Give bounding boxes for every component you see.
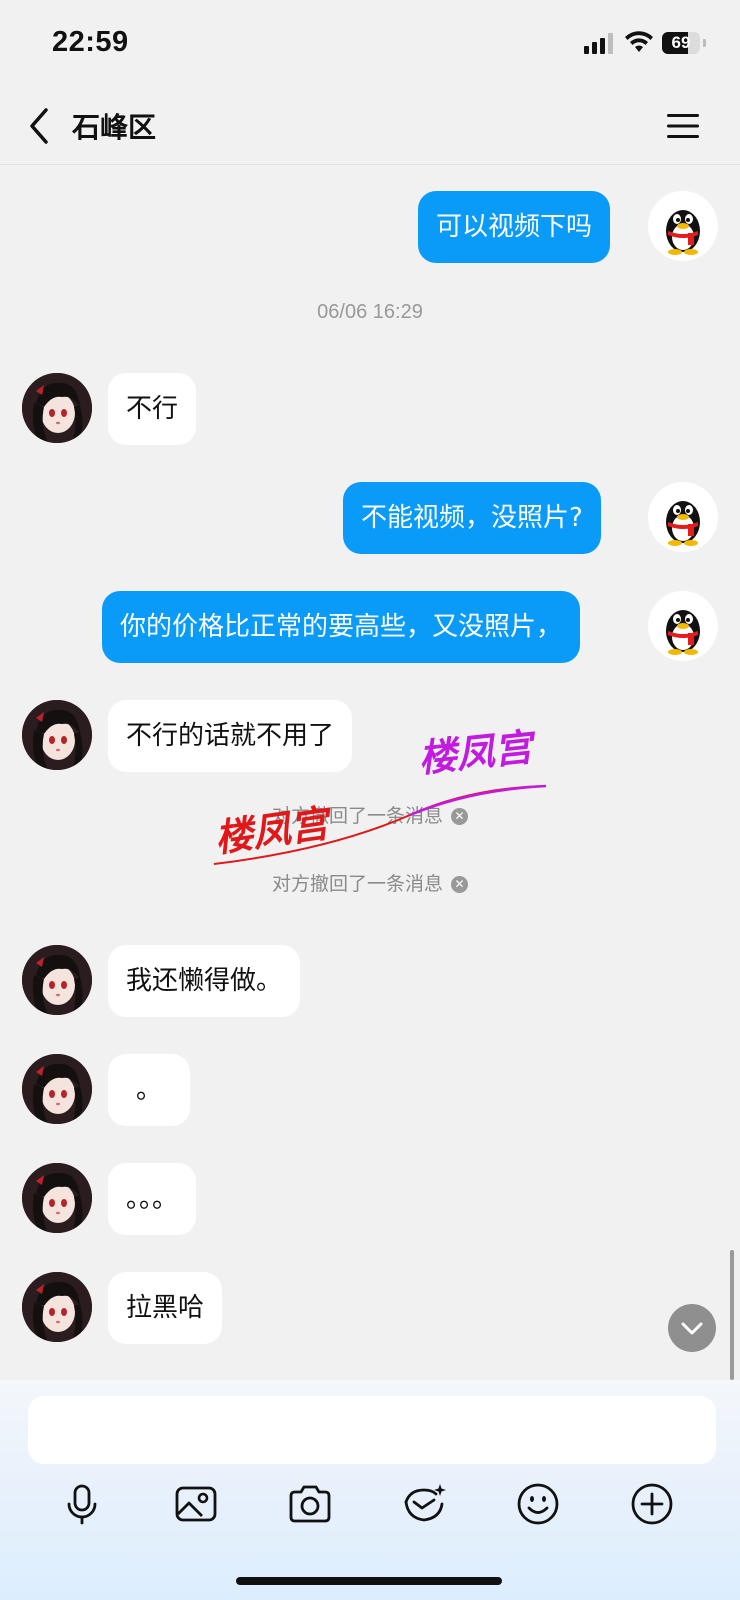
camera-icon[interactable] [286, 1480, 334, 1528]
battery-tip [703, 39, 706, 47]
message-bubble-received[interactable]: 。。。 [108, 1163, 197, 1235]
chevron-down-icon [681, 1322, 703, 1335]
message-bubble-sent[interactable]: 不能视频，没照片? [343, 482, 601, 554]
message-bubble-sent[interactable]: 你的价格比正常的要高些，又没照片， [102, 591, 581, 663]
red-packet-icon[interactable] [400, 1480, 448, 1528]
home-indicator[interactable] [236, 1577, 502, 1585]
message-bubble-received[interactable]: 我还懒得做。 [108, 945, 301, 1017]
close-icon[interactable]: ✕ [451, 876, 468, 893]
battery-percentage: 69 [671, 33, 691, 52]
scrollbar[interactable] [730, 1250, 734, 1380]
contact-avatar[interactable] [22, 1272, 92, 1342]
my-avatar[interactable] [648, 591, 718, 661]
image-icon[interactable] [172, 1480, 220, 1528]
contact-avatar[interactable] [22, 373, 92, 443]
chat-header: 石峰区 [0, 88, 740, 165]
hamburger-menu-icon[interactable] [666, 112, 700, 140]
wifi-icon [625, 31, 653, 52]
message-bubble-received[interactable]: 。 [108, 1054, 190, 1126]
plus-icon[interactable] [628, 1480, 676, 1528]
signal-icon [584, 33, 613, 54]
chevron-left-icon[interactable] [26, 106, 56, 146]
emoji-icon[interactable] [514, 1480, 562, 1528]
recall-notice-text: 对方撤回了一条消息 [271, 873, 443, 895]
timestamp: 06/06 16:29 [317, 301, 423, 323]
contact-avatar[interactable] [22, 945, 92, 1015]
status-bar: 22:59 69 [0, 0, 740, 88]
my-avatar[interactable] [648, 482, 718, 552]
scroll-to-bottom-button[interactable] [668, 1304, 716, 1352]
message-bubble-sent[interactable]: 可以视频下吗 [418, 191, 611, 263]
contact-avatar[interactable] [22, 1163, 92, 1233]
message-bubble-received[interactable]: 拉黑哈 [108, 1272, 223, 1344]
message-bubble-received[interactable]: 不行 [108, 373, 197, 445]
chat-title[interactable]: 石峰区 [72, 106, 156, 146]
composer-bar [0, 1380, 740, 1600]
message-input[interactable] [28, 1396, 716, 1464]
status-time: 22:59 [52, 26, 129, 58]
microphone-icon[interactable] [58, 1480, 106, 1528]
contact-avatar[interactable] [22, 700, 92, 770]
recall-notice: 对方撤回了一条消息 ✕ [0, 869, 740, 896]
contact-avatar[interactable] [22, 1054, 92, 1124]
battery-icon: 69 [662, 32, 700, 54]
my-avatar[interactable] [648, 191, 718, 261]
